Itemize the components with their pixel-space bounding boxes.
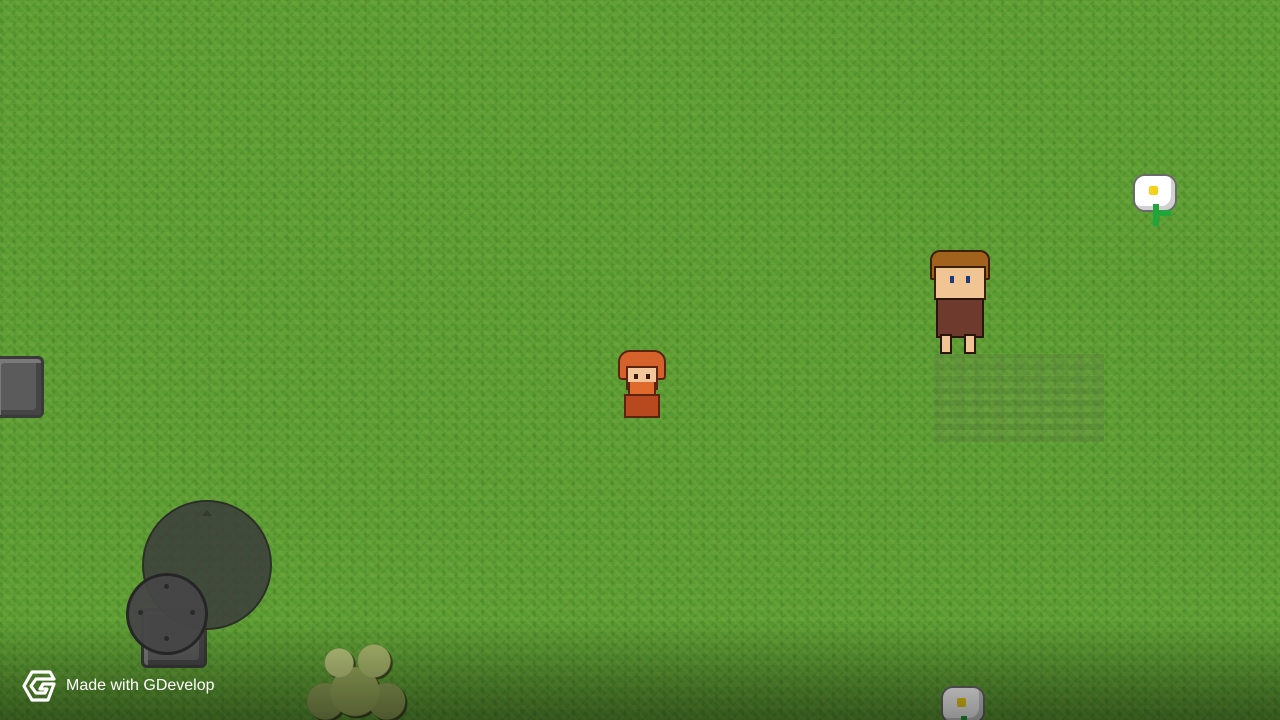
player-body [624, 394, 660, 418]
rock-left [0, 356, 44, 418]
made-with-gdevelop-badge[interactable]: Made with GDevelop [18, 666, 215, 706]
player-character [616, 348, 666, 420]
flower-center [957, 698, 966, 707]
bush [302, 634, 408, 720]
flower-bottom [941, 686, 985, 720]
flower-center [1149, 186, 1158, 195]
npc-body [936, 298, 984, 338]
arrow-up-icon [202, 510, 212, 516]
npc-leg-right [964, 334, 976, 354]
villager-npc[interactable] [928, 250, 990, 354]
flower-top-right [1133, 174, 1177, 230]
game-scene[interactable]: Made with GDevelop [0, 0, 1280, 720]
joystick-thumb-icon[interactable] [126, 573, 208, 655]
npc-face [934, 266, 986, 300]
flower-stem [961, 716, 967, 720]
gdevelop-logo-icon [22, 670, 56, 702]
thumb-dot-down [164, 636, 169, 641]
thumb-dot-left [138, 610, 143, 615]
branding-text: Made with GDevelop [66, 677, 215, 694]
thumb-dot-right [190, 610, 195, 615]
npc-leg-left [940, 334, 952, 354]
tall-grass-patch [934, 354, 1104, 442]
flower-leaf [1157, 210, 1171, 216]
thumb-dot-up [164, 584, 169, 589]
